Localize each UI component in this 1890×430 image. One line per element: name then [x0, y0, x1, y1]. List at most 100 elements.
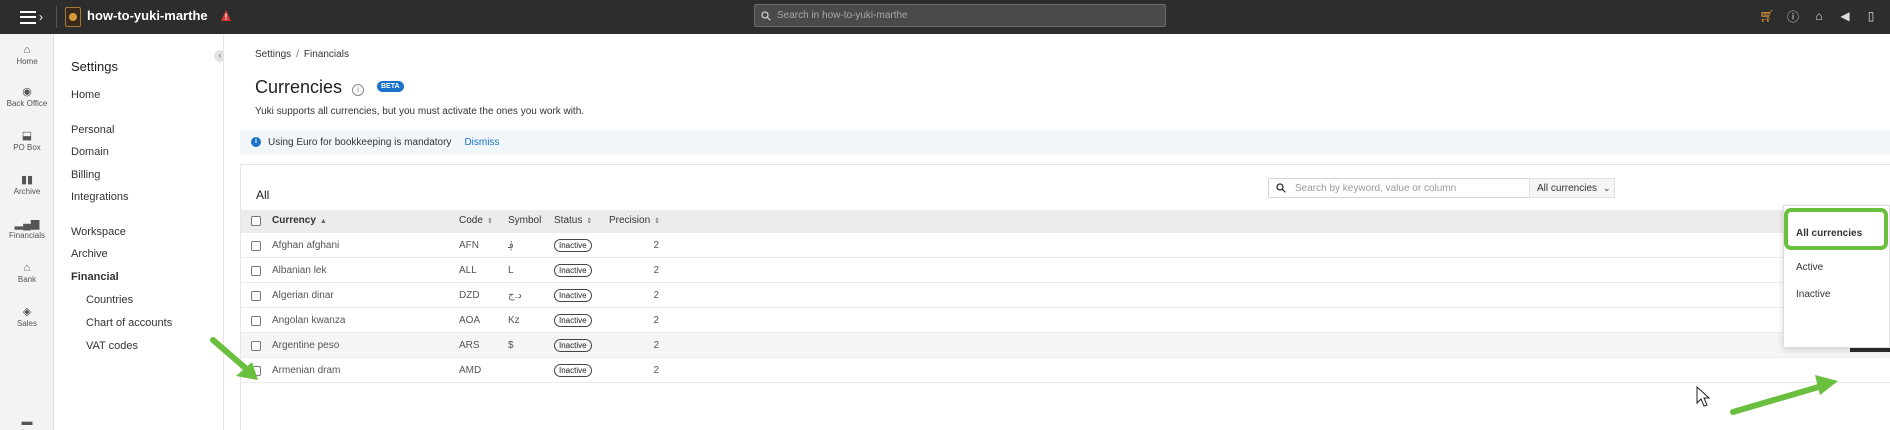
status-badge: Inactive	[554, 264, 592, 277]
menu-toggle-button[interactable]: ›	[20, 8, 44, 26]
cell-code: AMD	[459, 365, 482, 376]
column-status[interactable]: Status ⇕	[554, 215, 592, 226]
table-search[interactable]	[1268, 178, 1534, 198]
page-subtitle: Yuki supports all currencies, but you mu…	[255, 106, 585, 117]
row-checkbox[interactable]	[251, 266, 261, 276]
table-row[interactable]: Afghan afghani AFN ؋ Inactive 2	[241, 233, 1890, 258]
table-row[interactable]: Argentine peso ARS $ Inactive 2 Activate	[241, 333, 1890, 358]
bookmark-icon[interactable]: ▯	[1862, 8, 1880, 24]
notice-text: Using Euro for bookkeeping is mandatory	[268, 136, 452, 148]
row-checkbox[interactable]	[251, 291, 261, 301]
cell-symbol: Kz	[508, 315, 520, 326]
cell-code: AFN	[459, 240, 479, 251]
currencies-table-panel: All All currencies ⌄ Currency▲ Code⇕ Sym…	[240, 164, 1890, 430]
row-checkbox[interactable]	[251, 366, 261, 376]
nav-financials[interactable]: ▂▄▆ Financials	[0, 218, 54, 240]
dismiss-link[interactable]: Dismiss	[464, 137, 499, 148]
cell-code: ARS	[459, 340, 480, 351]
bank-icon: ⌂	[23, 261, 31, 274]
currency-filter-select[interactable]: All currencies ⌄	[1529, 178, 1615, 198]
sidebar-title: Settings	[71, 59, 118, 74]
search-icon	[1276, 183, 1286, 193]
archive-icon: ▮▮	[20, 174, 34, 186]
home-icon: ⌂	[23, 43, 31, 56]
cell-code: AOA	[459, 315, 481, 326]
sidebar-item-workspace[interactable]: Workspace	[71, 226, 126, 238]
sidebar-item-chart-of-accounts[interactable]: Chart of accounts	[86, 317, 172, 329]
sidebar-item-domain[interactable]: Domain	[71, 146, 109, 158]
table-row[interactable]: Armenian dram AMD Inactive 2	[241, 358, 1890, 383]
chevron-right-icon: ›	[39, 10, 43, 24]
row-checkbox[interactable]	[251, 341, 261, 351]
cell-currency: Armenian dram	[272, 365, 341, 376]
option-inactive[interactable]: Inactive	[1796, 289, 1830, 300]
breadcrumb-settings[interactable]: Settings	[255, 49, 291, 60]
cell-currency: Angolan kwanza	[272, 315, 346, 326]
cell-precision: 2	[653, 365, 659, 376]
search-icon	[761, 10, 771, 21]
sidebar-item-countries[interactable]: Countries	[86, 294, 133, 306]
global-search[interactable]	[754, 4, 1166, 27]
truck-icon: ▬	[21, 415, 33, 428]
divider	[56, 6, 57, 28]
settings-sidebar: Settings ‹ Home Personal Domain Billing …	[54, 34, 226, 430]
cell-currency: Albanian lek	[272, 265, 327, 276]
page-title: Currencies	[255, 77, 343, 97]
nav-more[interactable]: ▬	[0, 416, 54, 429]
nav-sales[interactable]: ◈ Sales	[0, 306, 54, 328]
back-office-icon: ◉	[22, 86, 32, 98]
cell-precision: 2	[653, 265, 659, 276]
sidebar-item-financial[interactable]: Financial	[71, 271, 119, 283]
nav-archive[interactable]: ▮▮ Archive	[0, 174, 54, 196]
breadcrumb-separator: /	[296, 49, 299, 60]
chart-icon: ▂▄▆	[14, 218, 40, 230]
warning-icon[interactable]	[220, 9, 232, 22]
nav-back-office[interactable]: ◉ Back Office	[0, 86, 54, 108]
nav-po-box[interactable]: ⬓ PO Box	[0, 130, 54, 152]
cell-precision: 2	[653, 315, 659, 326]
nav-bank[interactable]: ⌂ Bank	[0, 261, 54, 285]
inbox-icon: ⬓	[21, 130, 33, 142]
sidebar-item-integrations[interactable]: Integrations	[71, 191, 128, 203]
domain-title[interactable]: how-to-yuki-marthe	[87, 8, 208, 23]
megaphone-icon[interactable]: ◀	[1836, 8, 1854, 24]
cell-precision: 2	[653, 340, 659, 351]
table-row[interactable]: Albanian lek ALL L Inactive 2	[241, 258, 1890, 283]
column-symbol[interactable]: Symbol	[508, 215, 541, 226]
table-row[interactable]: Angolan kwanza AOA Kz Inactive 2	[241, 308, 1890, 333]
select-all-checkbox[interactable]	[251, 216, 261, 226]
table-row[interactable]: Algerian dinar DZD د.ج Inactive 2	[241, 283, 1890, 308]
sidebar-item-personal[interactable]: Personal	[71, 124, 114, 136]
column-precision[interactable]: Precision ⇕	[609, 215, 660, 226]
top-bar: › how-to-yuki-marthe 🛒︎ ⓘ ⌂ ◀ ▯	[0, 0, 1890, 34]
cell-symbol: L	[508, 265, 514, 276]
sidebar-item-billing[interactable]: Billing	[71, 169, 100, 181]
row-checkbox[interactable]	[251, 316, 261, 326]
sort-icon: ⇕	[586, 218, 593, 225]
table-search-input[interactable]	[1295, 182, 1525, 194]
sales-icon: ◈	[22, 306, 32, 318]
info-icon[interactable]: ⓘ	[1784, 8, 1802, 24]
store-icon[interactable]: ⌂	[1810, 8, 1828, 24]
sort-icon: ⇕	[486, 218, 493, 225]
cell-symbol: $	[508, 340, 514, 351]
cell-precision: 2	[653, 240, 659, 251]
row-checkbox[interactable]	[251, 241, 261, 251]
column-currency[interactable]: Currency ▲	[272, 215, 327, 226]
sidebar-item-archive[interactable]: Archive	[71, 248, 108, 260]
nav-home[interactable]: ⌂ Home	[0, 43, 54, 67]
table-header: Currency ▲ Code ⇕ Symbol Status ⇕ Precision…	[241, 210, 1890, 233]
info-icon[interactable]: i	[352, 84, 364, 96]
option-active[interactable]: Active	[1796, 262, 1823, 273]
global-search-input[interactable]	[777, 10, 1157, 21]
status-badge: Inactive	[554, 289, 592, 302]
main-content: Settings / Financials Currencies i BETA Yu…	[224, 34, 1890, 430]
info-circle-icon: i	[251, 137, 261, 147]
notice-banner: i Using Euro for bookkeeping is mandator…	[240, 130, 1890, 154]
annotation-highlight-box	[1784, 208, 1888, 250]
status-badge: Inactive	[554, 339, 592, 352]
cart-icon[interactable]: 🛒︎	[1758, 8, 1776, 24]
sidebar-item-vat-codes[interactable]: VAT codes	[86, 340, 138, 352]
sidebar-item-home[interactable]: Home	[71, 89, 100, 101]
column-code[interactable]: Code ⇕	[459, 215, 493, 226]
